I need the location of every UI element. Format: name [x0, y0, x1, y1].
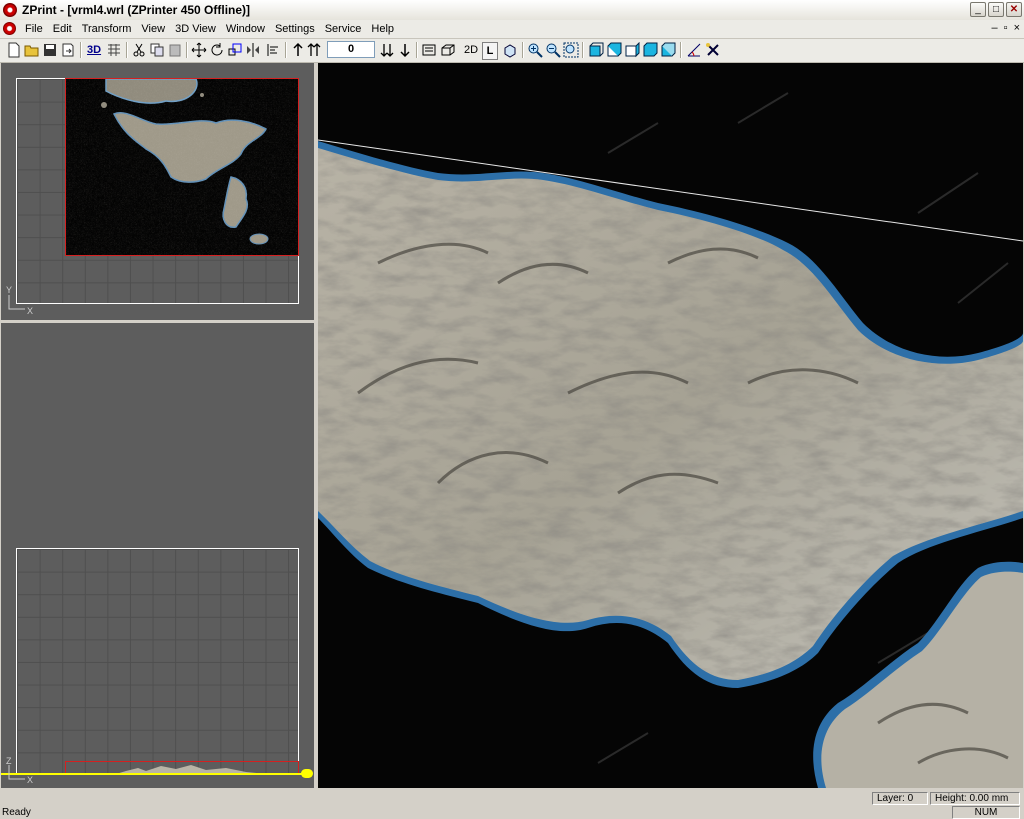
menu-view[interactable]: View	[136, 22, 170, 36]
measure-icon[interactable]	[686, 42, 702, 58]
axis-x-label-side: X	[27, 775, 34, 785]
scale-icon[interactable]	[227, 42, 243, 58]
rotate-icon[interactable]	[209, 42, 225, 58]
paste-icon[interactable]	[167, 42, 183, 58]
3d-view-pane[interactable]	[318, 63, 1023, 788]
view-bottom-icon[interactable]	[660, 42, 676, 58]
l-label[interactable]: L	[482, 42, 498, 60]
menu-transform[interactable]: Transform	[77, 22, 137, 36]
axis-y-label: Y	[6, 285, 13, 295]
minimize-button[interactable]: _	[970, 2, 986, 17]
menu-edit[interactable]: Edit	[48, 22, 77, 36]
mdi-close-button[interactable]: ×	[1014, 22, 1020, 34]
axis-gizmo-top	[8, 295, 25, 310]
status-bar: Layer: 0 Height: 0.00 mm NUM Ready	[0, 789, 1024, 819]
mdi-restore-button[interactable]: ▫	[1004, 22, 1008, 34]
zoom-in-icon[interactable]	[527, 42, 543, 58]
axis-x-label: X	[27, 306, 34, 316]
layer-status: Layer: 0	[872, 792, 928, 805]
terrain-3d-render	[318, 63, 1023, 788]
view-front-icon[interactable]	[606, 42, 622, 58]
new-file-icon[interactable]	[6, 42, 22, 58]
title-bar: ZPrint - [vrml4.wrl (ZPrinter 450 Offlin…	[0, 0, 1024, 21]
view-2d-icon[interactable]	[421, 42, 437, 58]
export-icon[interactable]	[60, 42, 76, 58]
app-icon[interactable]	[3, 3, 17, 17]
move-icon[interactable]	[191, 42, 207, 58]
maximize-button[interactable]: □	[988, 2, 1004, 17]
window-title: ZPrint - [vrml4.wrl (ZPrinter 450 Offlin…	[22, 3, 251, 17]
save-icon[interactable]	[42, 42, 58, 58]
zoom-fit-icon[interactable]	[563, 42, 579, 58]
view-side-icon[interactable]	[624, 42, 640, 58]
build-plate-side	[16, 548, 299, 774]
menu-3d-view[interactable]: 3D View	[170, 22, 221, 36]
grid-icon[interactable]	[106, 42, 122, 58]
toolbar: 3D 0 2D L	[0, 39, 1024, 63]
num-lock-indicator: NUM	[952, 806, 1020, 819]
3d-icon[interactable]: 3D	[87, 44, 101, 56]
zoom-out-icon[interactable]	[545, 42, 561, 58]
close-button[interactable]: ✕	[1006, 2, 1022, 17]
mdi-minimize-button[interactable]: –	[992, 22, 998, 34]
menu-window[interactable]: Window	[221, 22, 270, 36]
menu-service[interactable]: Service	[320, 22, 367, 36]
menu-help[interactable]: Help	[366, 22, 399, 36]
layer-slider-handle[interactable]	[301, 769, 313, 778]
open-folder-icon[interactable]	[24, 42, 40, 58]
model-selection-top[interactable]	[65, 78, 299, 256]
menu-file[interactable]: File	[20, 22, 48, 36]
side-view-pane[interactable]: Z X	[1, 323, 315, 788]
status-text: Ready	[2, 807, 31, 818]
layer-slider-track	[1, 773, 306, 775]
view-iso-icon[interactable]	[502, 42, 518, 58]
view-persp-icon[interactable]	[642, 42, 658, 58]
height-status: Height: 0.00 mm	[930, 792, 1020, 805]
layers-up-icon[interactable]	[306, 42, 322, 58]
layers-down-icon[interactable]	[379, 42, 395, 58]
view-3d-icon[interactable]	[440, 42, 456, 58]
align-icon[interactable]	[265, 42, 281, 58]
menu-bar: File Edit Transform View 3D View Window …	[0, 20, 1024, 39]
menu-settings[interactable]: Settings	[270, 22, 320, 36]
layer-input[interactable]: 0	[327, 41, 375, 58]
document-icon[interactable]	[3, 22, 16, 35]
view-top-icon[interactable]	[588, 42, 604, 58]
top-view-pane[interactable]: Y X	[1, 63, 315, 320]
2d-label[interactable]: 2D	[464, 44, 478, 56]
copy-icon[interactable]	[149, 42, 165, 58]
tools-icon[interactable]	[705, 42, 721, 58]
layer-up-icon[interactable]	[290, 42, 306, 58]
mirror-icon[interactable]	[245, 42, 261, 58]
layer-down-icon[interactable]	[397, 42, 413, 58]
island-map-top	[66, 79, 298, 255]
axis-gizmo-side	[8, 765, 25, 780]
cut-icon[interactable]	[131, 42, 147, 58]
